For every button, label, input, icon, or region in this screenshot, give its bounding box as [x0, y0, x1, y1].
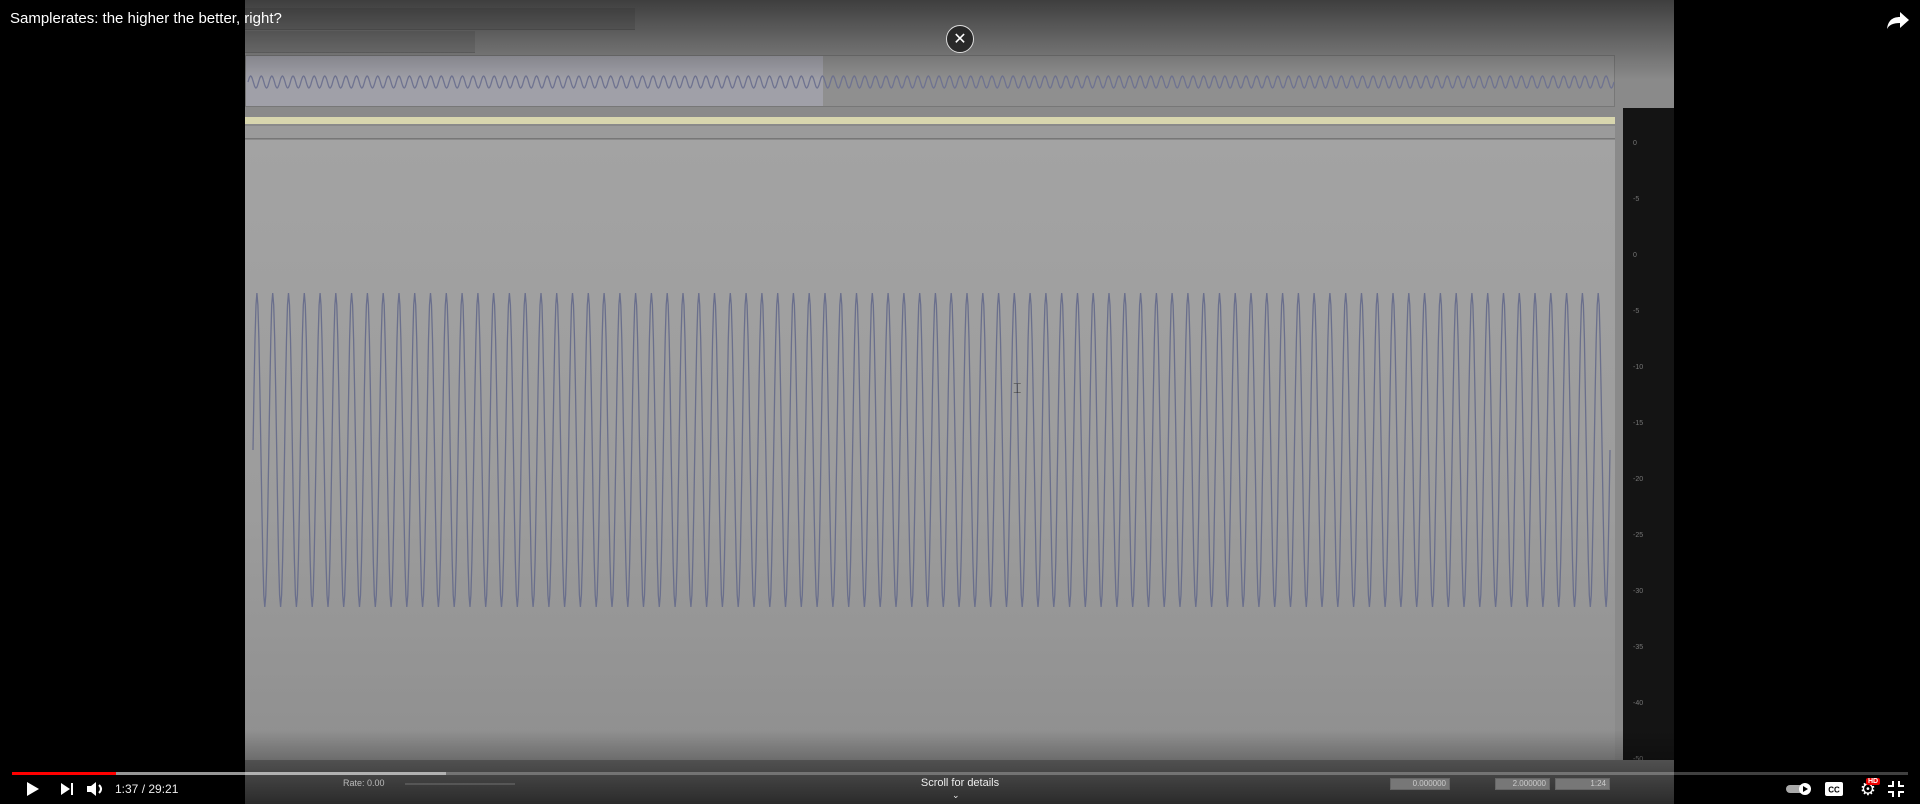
time-separator: /	[138, 782, 149, 796]
waveform-line	[252, 292, 1611, 608]
autoplay-toggle[interactable]	[1786, 778, 1812, 800]
mute-button[interactable]	[84, 778, 108, 800]
volume-icon	[87, 782, 102, 796]
meter-label: 0	[1633, 252, 1637, 259]
selection-bar	[245, 117, 1615, 124]
time-end-field: 2.000000	[1495, 778, 1550, 790]
video-frame[interactable]: ⌶ 0-50-5-10-15-20-25-30-35-40-50 Rate: 0…	[245, 0, 1674, 804]
meter-label: -20	[1633, 476, 1644, 483]
zoom-ratio-field: 1:24	[1555, 778, 1610, 790]
meter-label: -40	[1633, 700, 1644, 707]
share-icon[interactable]	[1886, 10, 1910, 30]
waveform-area: ⌶	[245, 140, 1615, 760]
meter-label: -5	[1633, 308, 1640, 315]
chevron-down-icon[interactable]: ⌄	[952, 790, 960, 801]
autoplay-icon	[1786, 783, 1811, 795]
meter-label: 0	[1633, 140, 1637, 147]
captions-icon: CC	[1825, 782, 1843, 796]
current-time: 1:37	[115, 782, 139, 796]
svg-text:CC: CC	[1828, 786, 1840, 795]
level-meter: 0-50-5-10-15-20-25-30-35-40-50	[1623, 108, 1674, 804]
play-button[interactable]	[22, 778, 44, 800]
bottom-gradient	[0, 730, 1920, 804]
next-button[interactable]	[56, 778, 78, 800]
waveform	[252, 292, 1611, 608]
video-title[interactable]: Samplerates: the higher the better, righ…	[10, 10, 282, 27]
meter-label: -10	[1633, 364, 1644, 371]
time-ruler	[245, 126, 1615, 139]
time-display: 1:37 / 29:21	[115, 782, 178, 796]
exit-fullscreen-icon	[1888, 781, 1904, 797]
hd-badge: HD	[1866, 778, 1881, 785]
duration: 29:21	[148, 782, 179, 796]
close-icon: ✕	[953, 31, 967, 48]
meter-label: -15	[1633, 420, 1644, 427]
play-icon	[27, 782, 39, 796]
text-cursor-icon: ⌶	[1013, 380, 1022, 396]
time-start-field: 0.000000	[1390, 778, 1450, 790]
next-icon	[61, 783, 73, 795]
close-button[interactable]: ✕	[946, 25, 974, 53]
played-bar	[12, 772, 117, 775]
settings-button[interactable]: ⚙ HD	[1854, 778, 1882, 800]
meter-label: -5	[1633, 196, 1640, 203]
scroll-for-details[interactable]: Scroll for details	[860, 777, 1060, 789]
meter-label: -25	[1633, 532, 1644, 539]
meter-label: -30	[1633, 588, 1644, 595]
rate-label: Rate: 0.00	[343, 778, 385, 788]
progress-bar[interactable]	[12, 772, 1908, 775]
captions-button[interactable]: CC	[1822, 778, 1846, 800]
meter-label: -35	[1633, 644, 1644, 651]
exit-fullscreen-button[interactable]	[1884, 778, 1908, 800]
